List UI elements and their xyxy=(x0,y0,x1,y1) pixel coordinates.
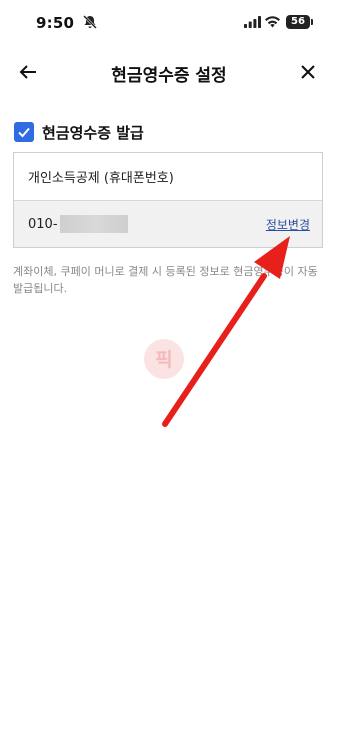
bell-off-icon xyxy=(83,15,97,29)
checkmark-icon xyxy=(18,127,30,138)
cash-receipt-checkbox[interactable]: 현금영수증 발급 xyxy=(14,121,144,143)
auto-issue-notice: 계좌이체, 쿠페이 머니로 결제 시 등록된 정보로 현금영수증이 자동 발급됩… xyxy=(13,265,318,295)
battery-cap xyxy=(311,19,313,25)
cash-receipt-label: 현금영수증 발급 xyxy=(42,123,144,142)
phone-prefix: 010- xyxy=(28,216,58,232)
svg-text:픽: 픽 xyxy=(155,349,172,371)
header: 현금영수증 설정 xyxy=(0,52,338,92)
watermark-logo: 픽 xyxy=(144,339,184,379)
page-title: 현금영수증 설정 xyxy=(111,66,227,86)
receipt-type-value: 개인소득공제 (휴대폰번호) xyxy=(28,171,174,186)
wifi-icon xyxy=(265,16,280,28)
receipt-info-box: 개인소득공제 (휴대폰번호) 010- 정보변경 xyxy=(13,152,323,248)
phone-number-row: 010- 정보변경 xyxy=(14,201,322,247)
change-info-link[interactable]: 정보변경 xyxy=(266,216,310,233)
receipt-type-select[interactable]: 개인소득공제 (휴대폰번호) xyxy=(14,153,322,201)
phone-number: 010- xyxy=(28,215,128,233)
signal-icon xyxy=(244,16,261,28)
status-bar: 9:50 56 xyxy=(0,0,338,46)
status-time: 9:50 xyxy=(36,14,75,32)
phone-number-masked xyxy=(59,215,128,233)
battery-icon: 56 xyxy=(286,15,310,29)
checkbox-checked-icon[interactable] xyxy=(14,122,34,142)
battery-level: 56 xyxy=(291,16,305,27)
close-icon[interactable] xyxy=(296,60,320,84)
